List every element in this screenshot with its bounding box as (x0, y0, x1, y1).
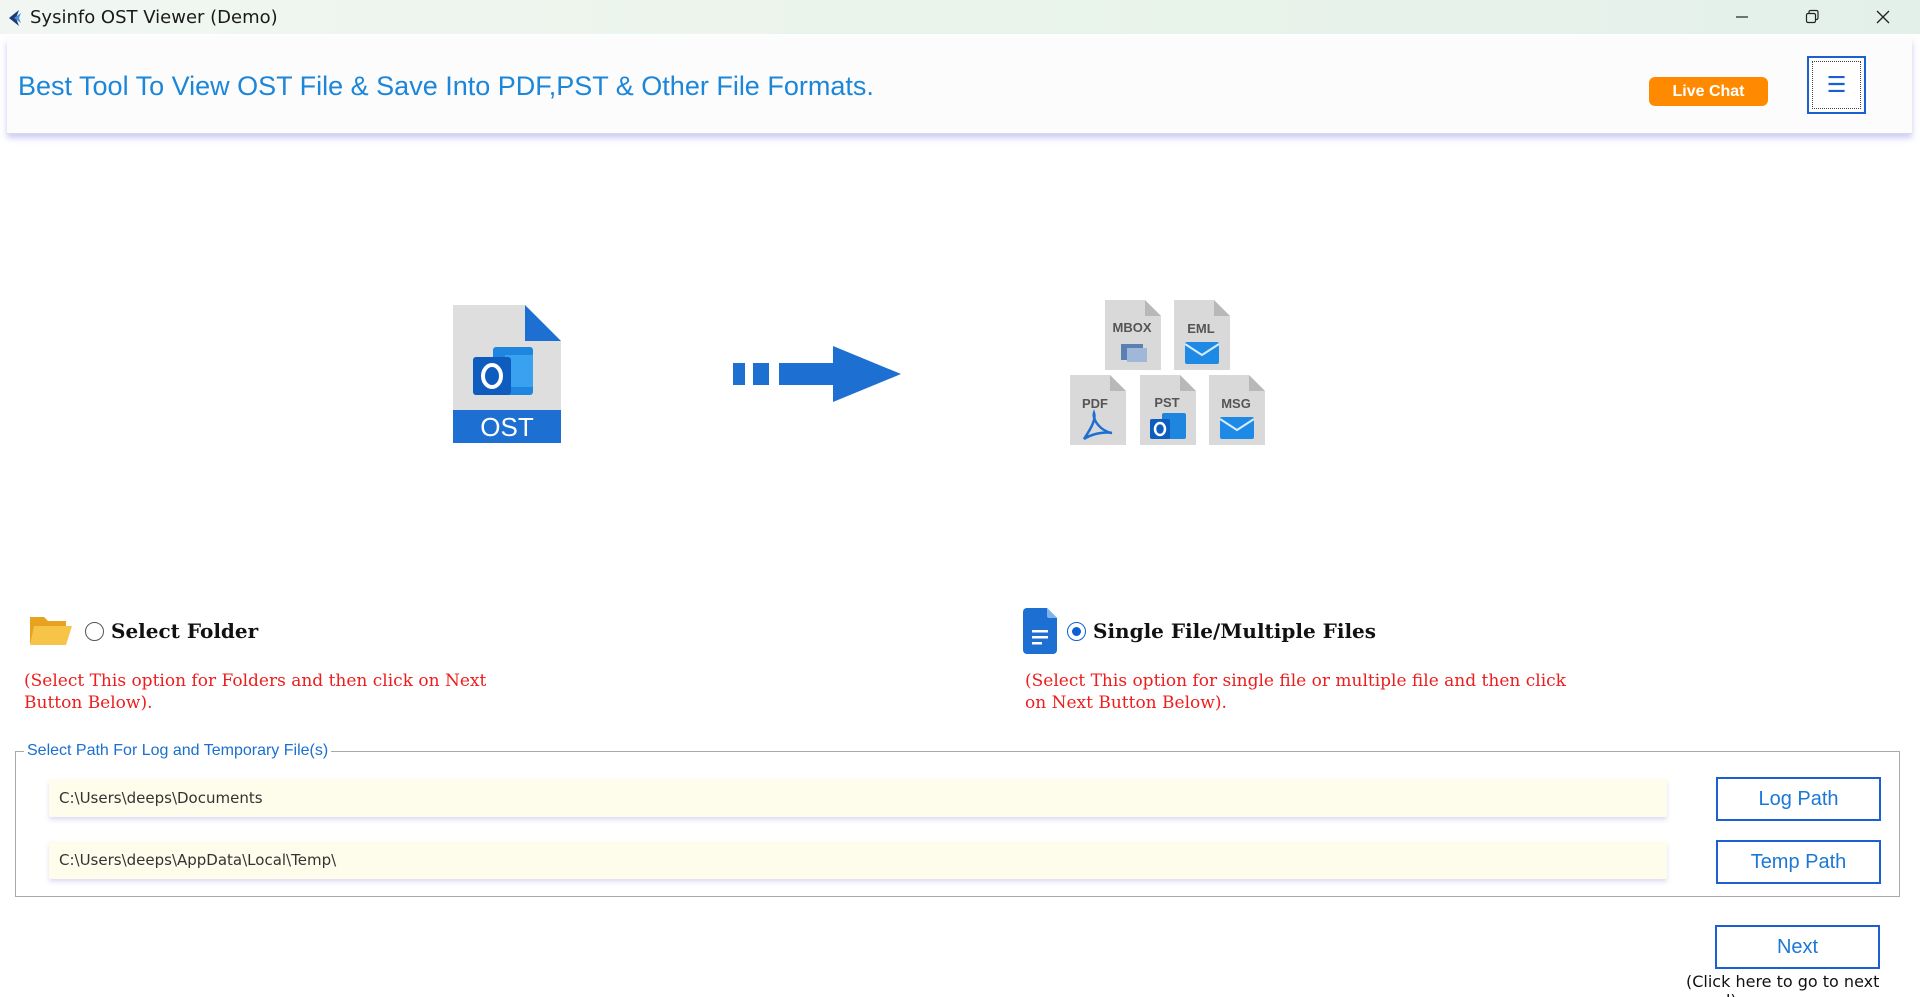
select-folder-hint: (Select This option for Folders and then… (24, 671, 487, 713)
header-banner: Best Tool To View OST File & Save Into P… (7, 38, 1912, 134)
ost-file-icon: OST (453, 305, 561, 443)
single-multiple-files-radio[interactable] (1067, 622, 1086, 641)
window-title: Sysinfo OST Viewer (Demo) (30, 7, 278, 28)
pst-file-icon: PST (1140, 375, 1196, 445)
ost-label: OST (480, 412, 534, 442)
title-bar: Sysinfo OST Viewer (Demo) (0, 0, 1920, 34)
mbox-label: MBOX (1113, 320, 1152, 335)
restore-button[interactable] (1777, 0, 1847, 34)
app-window: Sysinfo OST Viewer (Demo) Best Tool To V… (0, 0, 1920, 997)
header-title: Best Tool To View OST File & Save Into P… (18, 71, 874, 101)
eml-label: EML (1187, 321, 1215, 336)
pdf-label: PDF (1082, 396, 1108, 411)
folder-icon (30, 617, 72, 645)
pdf-file-icon: PDF (1070, 375, 1126, 445)
msg-file-icon: MSG (1209, 375, 1265, 445)
hamburger-menu-icon: ☰ (1826, 72, 1847, 98)
next-button[interactable]: Next (1715, 925, 1880, 969)
path-group-label: Select Path For Log and Temporary File(s… (24, 742, 332, 760)
minimize-button[interactable] (1707, 0, 1777, 34)
select-folder-radio[interactable] (85, 622, 104, 641)
live-chat-button[interactable]: Live Chat (1649, 77, 1768, 106)
select-folder-label[interactable]: Select Folder (111, 619, 258, 643)
next-hint: (Click here to go to next panel) (1686, 972, 1880, 997)
restore-icon (1805, 9, 1819, 24)
path-groupbox: Select Path For Log and Temporary File(s… (15, 742, 1900, 897)
close-button[interactable] (1848, 0, 1918, 34)
eml-file-icon: EML (1174, 300, 1230, 370)
single-multiple-files-hint: (Select This option for single file or m… (1025, 671, 1566, 713)
mbox-file-icon: MBOX (1105, 300, 1161, 370)
convert-arrow-icon (733, 346, 901, 402)
close-icon (1876, 10, 1890, 24)
pst-label: PST (1154, 395, 1179, 410)
single-multiple-files-label[interactable]: Single File/Multiple Files (1093, 619, 1376, 643)
temp-path-button[interactable]: Temp Path (1716, 840, 1881, 884)
app-logo-icon (9, 10, 21, 26)
log-path-input[interactable]: C:\Users\deeps\Documents (49, 779, 1667, 817)
temp-path-input[interactable]: C:\Users\deeps\AppData\Local\Temp\ (49, 841, 1667, 879)
minimize-icon (1736, 16, 1748, 18)
document-icon (1023, 608, 1057, 654)
log-path-button[interactable]: Log Path (1716, 777, 1881, 821)
menu-button[interactable]: ☰ (1807, 56, 1866, 114)
msg-label: MSG (1221, 396, 1251, 411)
